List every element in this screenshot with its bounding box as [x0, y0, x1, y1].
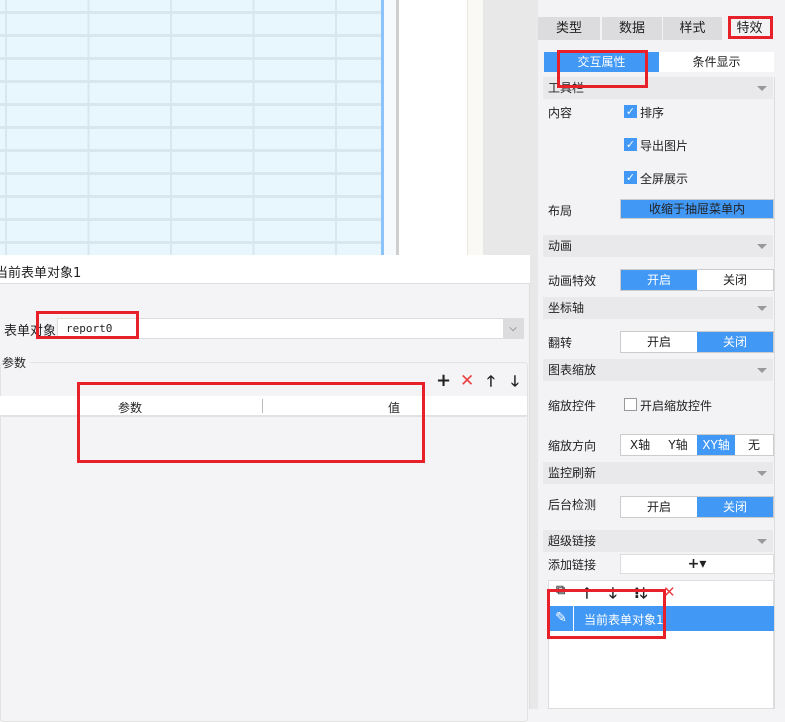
add-link-button[interactable]: +▾ [620, 554, 774, 574]
subtab-interaction[interactable]: 交互属性 [544, 52, 659, 72]
option-on[interactable]: 开启 [621, 497, 697, 517]
params-table-header: 参数 值 [0, 396, 527, 417]
arrow-up-icon[interactable]: 🡑 [487, 371, 495, 396]
section-chart-zoom[interactable]: 图表缩放 [543, 359, 773, 381]
section-animation[interactable]: 动画 [543, 235, 773, 257]
checkbox-export-image[interactable]: ✓ [624, 138, 637, 151]
monitor-toggle[interactable]: 开启 关闭 [620, 496, 774, 518]
section-toolbar[interactable]: 工具栏 [543, 77, 773, 99]
move-up-icon[interactable]: 🡑 [583, 583, 591, 608]
form-object-label: 表单对象 [4, 324, 57, 339]
animation-toggle[interactable]: 开启 关闭 [620, 269, 774, 291]
section-monitor[interactable]: 监控刷新 [543, 462, 773, 484]
tab-style[interactable]: 样式 [663, 17, 722, 40]
option-on[interactable]: 开启 [621, 332, 697, 352]
form-object-select[interactable]: report0 ⌵ [57, 318, 524, 339]
content-label: 内容 [548, 106, 573, 120]
zoom-control-checkbox-label: 开启缩放控件 [640, 399, 713, 413]
checkbox-zoom-control[interactable] [624, 398, 637, 411]
flip-toggle[interactable]: 开启 关闭 [620, 331, 774, 353]
zoom-control-label: 缩放控件 [548, 399, 597, 413]
list-item-label: 当前表单对象1 [584, 613, 664, 627]
sort-label: 排序 [640, 106, 665, 120]
export-image-label: 导出图片 [640, 139, 689, 153]
option-off[interactable]: 关闭 [697, 332, 773, 352]
tab-data[interactable]: 数据 [602, 17, 662, 40]
plus-icon[interactable]: + [436, 370, 451, 391]
checkbox-fullscreen[interactable]: ✓ [624, 171, 637, 184]
option-x[interactable]: X轴 [621, 435, 659, 455]
move-bottom-icon[interactable]: ⁝🡓 [634, 583, 648, 608]
chevron-down-icon[interactable]: ⌵ [503, 319, 523, 338]
section-hyperlink[interactable]: 超级链接 [543, 530, 773, 552]
params-group-label: 参数 [2, 354, 31, 371]
option-none[interactable]: 无 [735, 435, 773, 455]
option-y[interactable]: Y轴 [659, 435, 697, 455]
hyperlink-list: ⧉ 🡑 🡓 ⁝🡓 ✕ ✎ 当前表单对象1 [548, 580, 774, 709]
animation-label: 动画特效 [548, 274, 597, 288]
tab-type[interactable]: 类型 [538, 17, 600, 40]
option-off[interactable]: 关闭 [697, 270, 773, 290]
panel-title: 当前表单对象1 [0, 266, 82, 281]
blank-area [399, 0, 467, 255]
flip-label: 翻转 [548, 336, 573, 350]
scrollbar[interactable] [774, 77, 775, 709]
list-item[interactable]: ✎ 当前表单对象1 [549, 606, 774, 631]
arrow-down-icon[interactable]: 🡓 [511, 371, 519, 396]
option-off[interactable]: 关闭 [697, 497, 773, 517]
spreadsheet-grid[interactable] [0, 0, 383, 255]
add-link-label: 添加链接 [548, 558, 597, 572]
monitor-label: 后台检测 [548, 498, 597, 512]
delete-icon[interactable]: ✕ [460, 371, 474, 391]
subtab-condition[interactable]: 条件显示 [659, 52, 774, 72]
form-object-value: report0 [66, 322, 113, 335]
pencil-icon[interactable]: ✎ [549, 606, 574, 631]
section-axis[interactable]: 坐标轴 [543, 297, 773, 319]
column-header-param: 参数 [118, 401, 143, 415]
zoom-direction-segmented[interactable]: X轴 Y轴 XY轴无 [620, 434, 774, 456]
fullscreen-label: 全屏展示 [640, 172, 689, 186]
layout-label: 布局 [548, 204, 573, 218]
delete-icon[interactable]: ✕ [663, 583, 676, 601]
option-on[interactable]: 开启 [621, 270, 697, 290]
tab-effects[interactable]: 特效 [724, 17, 775, 40]
scroll-area [467, 0, 483, 255]
layout-select[interactable]: 收缩于抽屉菜单内 [620, 199, 774, 219]
collapse-icon [757, 86, 767, 91]
move-down-icon[interactable]: 🡓 [609, 583, 617, 608]
hyperlink-editor-panel: 当前表单对象1 表单对象 report0 ⌵ 参数 + ✕ 🡑 🡓 参数 值 [0, 255, 530, 722]
checkbox-sort[interactable]: ✓ [624, 105, 637, 118]
zoom-direction-label: 缩放方向 [548, 439, 597, 453]
column-header-value: 值 [388, 401, 401, 415]
copy-icon[interactable]: ⧉ [556, 583, 565, 598]
option-xy[interactable]: XY轴 [697, 435, 735, 455]
